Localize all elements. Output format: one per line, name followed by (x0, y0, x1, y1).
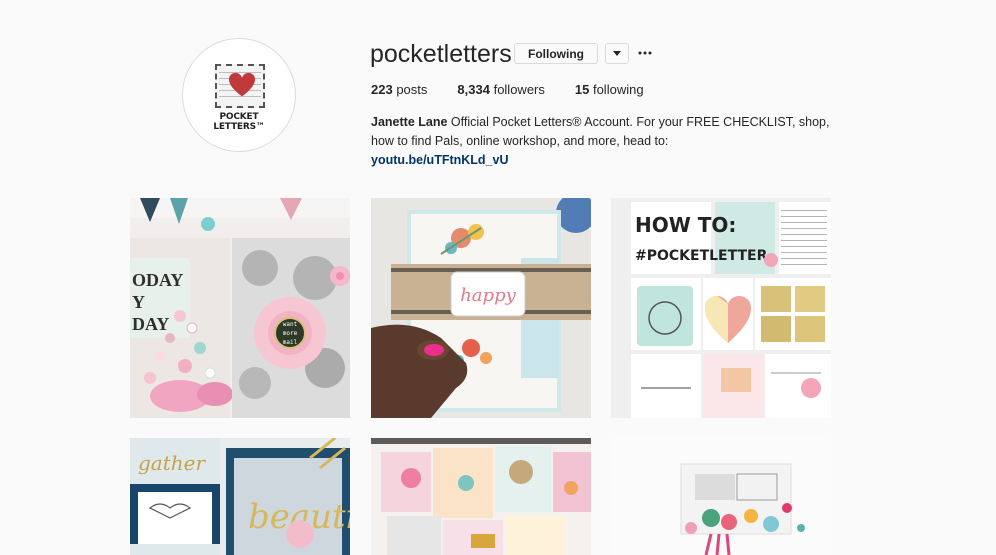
following-button[interactable]: Following (514, 43, 598, 64)
post-tile-2[interactable]: happy (371, 198, 591, 418)
post1-text-3: DAY (132, 314, 169, 334)
post4-script-text: gather (138, 451, 206, 475)
logo-text: POCKET LETTERS™ (213, 112, 265, 132)
post1-badge-3: mail (283, 339, 298, 346)
heart-icon (229, 72, 255, 97)
stat-followers[interactable]: 8,334 followers (457, 82, 544, 97)
post-image-1: ODAY Y DAY want more mail (130, 198, 350, 418)
caret-down-icon (613, 51, 621, 56)
stamp-frame (215, 64, 265, 108)
profile-stats: 223 posts 8,334 followers 15 following (371, 82, 674, 97)
post-image-5 (371, 438, 591, 555)
post-tile-4[interactable]: gather beautiful (130, 438, 350, 555)
post1-badge-1: want (283, 321, 298, 328)
post1-text-1: ODAY (132, 270, 183, 290)
stat-posts-count: 223 (371, 82, 393, 97)
stat-posts-label: posts (396, 82, 428, 97)
stat-posts: 223 posts (371, 82, 427, 97)
post-image-2: happy (371, 198, 591, 418)
profile-username: pocketletters (370, 40, 512, 68)
post-image-4: gather beautiful (130, 438, 350, 555)
more-options-icon[interactable] (636, 44, 654, 62)
post-image-3: HOW TO: #POCKETLETTER (611, 198, 831, 418)
post-tile-1[interactable]: ODAY Y DAY want more mail (130, 198, 350, 418)
follow-dropdown-button[interactable] (605, 43, 629, 64)
stat-followers-label: followers (493, 82, 545, 97)
pocket-letters-logo: POCKET LETTERS™ (199, 60, 279, 132)
stat-following-label: following (592, 82, 644, 97)
post-tile-3[interactable]: HOW TO: #POCKETLETTER (611, 198, 831, 418)
bio-name: Janette Lane (371, 115, 448, 129)
stat-following-count: 15 (574, 82, 590, 97)
profile-page: POCKET LETTERS™ pocketletters Following … (0, 0, 996, 555)
bio-link[interactable]: youtu.be/uTFtnKLd_vU (371, 153, 509, 167)
stat-followers-count: 8,334 (457, 82, 490, 97)
profile-avatar[interactable]: POCKET LETTERS™ (182, 38, 296, 152)
post1-text-2: Y (132, 292, 145, 312)
post1-badge-2: more (283, 330, 298, 337)
stat-following[interactable]: 15 following (575, 82, 644, 97)
post3-hashtag: #POCKETLETTER (635, 248, 768, 264)
post-image-6 (611, 438, 831, 555)
post3-how-to: HOW TO: (635, 213, 736, 237)
post2-happy-text: happy (460, 285, 516, 306)
profile-bio: Janette Lane Official Pocket Letters® Ac… (371, 113, 841, 170)
post-tile-6[interactable] (611, 438, 831, 555)
post-tile-5[interactable] (371, 438, 591, 555)
